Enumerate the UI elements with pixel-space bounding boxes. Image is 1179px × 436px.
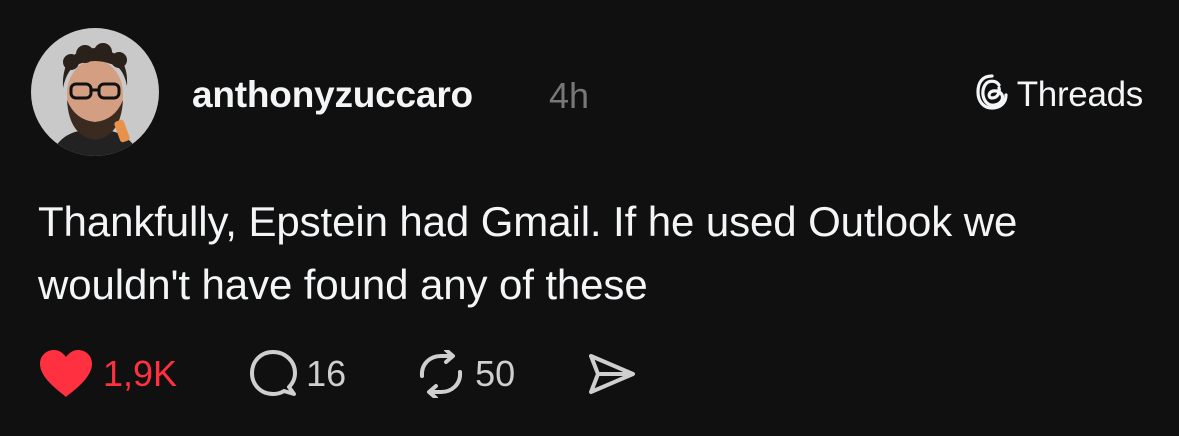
repost-count: 50	[475, 353, 516, 394]
comment-bubble-icon	[249, 349, 298, 399]
heart-icon	[38, 349, 94, 399]
like-count: 1,9K	[103, 353, 178, 394]
post-actions: 1,9K 16 50	[38, 346, 637, 402]
threads-brand: Threads	[975, 73, 1143, 116]
profile-photo	[31, 28, 159, 156]
threads-logo-icon	[975, 73, 1009, 116]
avatar[interactable]	[31, 28, 159, 156]
repost-button[interactable]: 50	[416, 350, 515, 398]
post-text: Thankfully, Epstein had Gmail. If he use…	[38, 198, 1018, 308]
threads-label: Threads	[1016, 74, 1144, 114]
reply-count: 16	[306, 353, 347, 394]
repost-icon	[416, 350, 466, 398]
like-button[interactable]: 1,9K	[38, 349, 177, 399]
share-button[interactable]	[587, 352, 637, 396]
send-icon	[587, 352, 637, 396]
post-timestamp: 4h	[549, 75, 590, 116]
author-username[interactable]: anthonyzuccaro	[192, 74, 473, 116]
reply-button[interactable]: 16	[249, 349, 346, 399]
